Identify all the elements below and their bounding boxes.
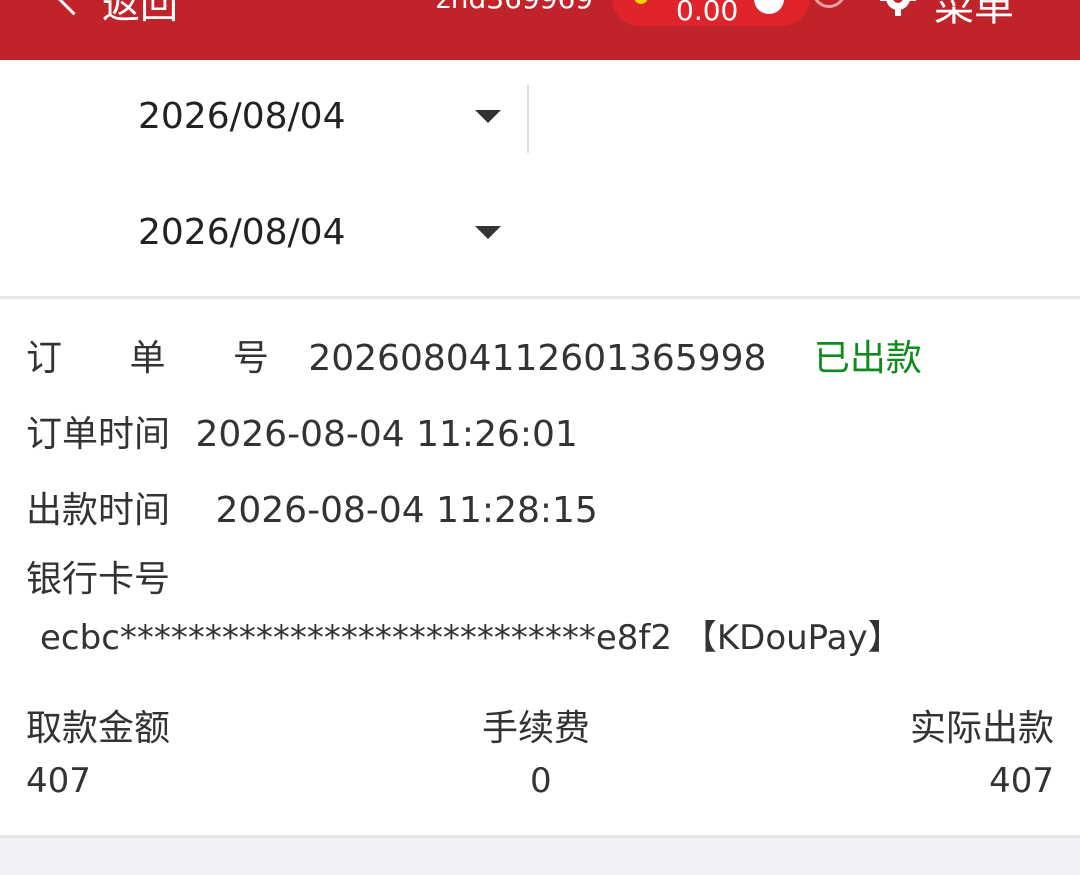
amount-label: 取款金额	[26, 708, 171, 749]
actual-value: 407	[989, 761, 1054, 801]
date-filter: 2026/08/04 2026/08/04	[0, 60, 1080, 296]
order-number: 20260804112601365998	[308, 338, 767, 379]
payout-time: 2026-08-04 11:28:15	[215, 490, 598, 531]
payout-time-label: 出款时间	[26, 490, 171, 531]
menu-button[interactable]: 菜单	[934, 0, 1014, 32]
order-time-row: 订单时间 2026-08-04 11:26:01	[26, 405, 578, 457]
fee-value: 0	[530, 761, 552, 801]
end-date-select[interactable]: 2026/08/04	[0, 200, 530, 280]
order-time: 2026-08-04 11:26:01	[195, 414, 578, 455]
refresh-icon[interactable]	[754, 0, 784, 14]
order-number-row: 订 单 号 20260804112601365998 已出款	[26, 329, 922, 381]
gear-icon[interactable]	[880, 0, 916, 16]
clock-icon[interactable]	[812, 0, 846, 8]
back-label: 返回	[102, 0, 179, 27]
order-time-label: 订单时间	[26, 414, 171, 455]
username: zhd369969	[436, 0, 593, 15]
balance-amount: 0.00	[676, 0, 739, 27]
balance-pill[interactable]: 0.00	[612, 0, 810, 27]
order-card[interactable]: 订 单 号 20260804112601365998 已出款 订单时间 2026…	[0, 299, 1080, 835]
bank-card-number: ecbc****************************e8f2 【KD…	[40, 618, 902, 658]
payout-time-row: 出款时间 2026-08-04 11:28:15	[26, 481, 598, 533]
start-date-value: 2026/08/04	[138, 96, 346, 137]
order-number-label: 订 单 号	[26, 338, 297, 379]
divider	[527, 85, 529, 153]
bank-card-label: 银行卡号	[26, 559, 171, 600]
back-chevron-icon	[51, 0, 96, 16]
bank-card-row: 银行卡号 ecbc****************************e8f…	[26, 551, 1056, 667]
amount-value: 407	[26, 761, 91, 801]
top-header: 返回 zhd369969 0.00 菜单	[0, 0, 1080, 60]
start-date-select[interactable]: 2026/08/04	[0, 84, 530, 164]
coin-icon	[634, 0, 648, 4]
end-date-value: 2026/08/04	[138, 212, 346, 253]
caret-down-icon	[475, 110, 501, 123]
next-card-peek	[0, 838, 1080, 875]
caret-down-icon	[475, 226, 501, 239]
status-badge: 已出款	[813, 338, 922, 379]
actual-label: 实际出款	[909, 708, 1054, 749]
fee-label: 手续费	[482, 708, 591, 749]
